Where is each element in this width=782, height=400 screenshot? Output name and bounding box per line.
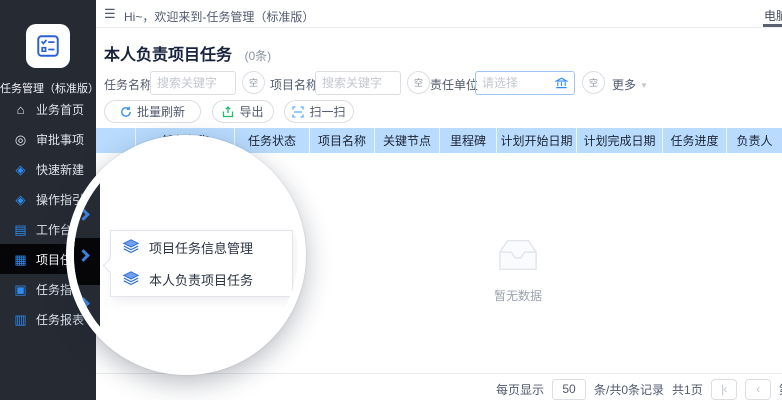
guide-icon: ◈ (13, 193, 28, 206)
empty-state: 暂无数据 (478, 234, 558, 304)
task-name-input[interactable] (150, 71, 236, 95)
records-summary: 条/共0条记录 (594, 381, 664, 398)
submenu-item-label: 项目任务信息管理 (149, 238, 253, 257)
refresh-icon (120, 106, 132, 118)
responsible-unit-label: 责任单位 (430, 76, 478, 93)
magnifier-view: 项目任务信息管理 本人负责项目任务 (74, 143, 298, 367)
submenu-item-label: 本人负责项目任务 (149, 270, 253, 289)
batch-refresh-button[interactable]: 批量刷新 (104, 100, 201, 123)
scan-button[interactable]: 扫一扫 (284, 100, 354, 123)
bank-icon (555, 77, 568, 90)
responsible-unit-select[interactable] (475, 71, 575, 95)
per-page-input[interactable] (552, 379, 586, 400)
project-name-label: 项目名称 (270, 76, 318, 93)
clear-responsible-unit-button[interactable]: 空 (582, 71, 605, 94)
column-owner[interactable]: 负责人 (727, 128, 782, 153)
task-assign-icon: ▣ (13, 283, 28, 296)
welcome-text: Hi~，欢迎来到-任务管理（标准版） (124, 8, 314, 25)
clear-project-name-button[interactable]: 空 (407, 71, 430, 94)
export-button[interactable]: 导出 (212, 100, 274, 123)
approval-icon: ◎ (13, 133, 28, 146)
pagination-bar: 每页显示 条/共0条记录 共1页 |‹ ‹ 第 (496, 378, 782, 400)
empty-box-icon (491, 234, 545, 276)
export-icon (222, 106, 234, 118)
page-title: 本人负责项目任务 (104, 47, 232, 64)
quick-create-icon: ◈ (13, 163, 28, 176)
page-head: 本人负责项目任务 (0条) (104, 41, 271, 65)
task-report-icon: ▥ (13, 313, 28, 326)
tab-active-underline (763, 24, 782, 27)
layers-icon (122, 270, 140, 288)
submenu-item-project-task-info[interactable]: 项目任务信息管理 (111, 231, 292, 263)
project-name-input[interactable] (315, 71, 401, 95)
empty-state-text: 暂无数据 (478, 287, 558, 304)
column-key-node[interactable]: 关键节点 (375, 128, 440, 153)
scan-icon (292, 106, 304, 118)
first-page-button[interactable]: |‹ (711, 379, 737, 400)
more-filters-link[interactable]: 更多▼ (612, 76, 648, 93)
app-logo (26, 24, 70, 68)
column-plan-start-date[interactable]: 计划开始日期 (497, 128, 577, 153)
first-page-icon: |‹ (721, 382, 726, 396)
sidebar-item-business-home[interactable]: ⌂ 业务首页 (0, 94, 96, 124)
submenu-popup: 项目任务信息管理 本人负责项目任务 (110, 230, 293, 297)
prev-page-button[interactable]: ‹ (745, 379, 771, 400)
task-name-label: 任务名称 (104, 76, 152, 93)
magnifier-overlay: 项目任务信息管理 本人负责项目任务 (66, 135, 306, 375)
home-icon: ⌂ (13, 103, 28, 116)
column-milestone[interactable]: 里程碑 (440, 128, 497, 153)
clear-task-name-button[interactable]: 空 (242, 71, 265, 94)
per-page-label: 每页显示 (496, 381, 544, 398)
layers-icon (122, 238, 140, 256)
column-plan-end-date[interactable]: 计划完成日期 (577, 128, 663, 153)
submenu-item-my-project-tasks[interactable]: 本人负责项目任务 (111, 263, 292, 295)
hamburger-menu-icon[interactable]: ☰ (104, 6, 116, 22)
responsible-unit-input[interactable] (482, 76, 551, 90)
column-project-name[interactable]: 项目名称 (310, 128, 375, 153)
column-task-status[interactable]: 任务状态 (235, 128, 310, 153)
project-task-icon: ▦ (13, 253, 28, 266)
app-window: { "app": { "logo_label": "任务管理（标准版）" }, … (0, 0, 782, 400)
tab-pc-version[interactable]: 电脑 (764, 7, 782, 24)
total-pages: 共1页 (672, 381, 703, 398)
column-task-progress[interactable]: 任务进度 (663, 128, 727, 153)
record-count-badge: (0条) (244, 49, 271, 63)
magnified-active-item (74, 238, 100, 285)
chevron-down-icon: ▼ (640, 81, 648, 90)
topbar: ☰ Hi~，欢迎来到-任务管理（标准版） 电脑 (96, 0, 782, 28)
sidebar-item-label: 业务首页 (36, 101, 84, 118)
checklist-logo-icon (35, 33, 61, 59)
worklist-icon: ▤ (13, 223, 28, 236)
prev-page-icon: ‹ (756, 382, 759, 396)
